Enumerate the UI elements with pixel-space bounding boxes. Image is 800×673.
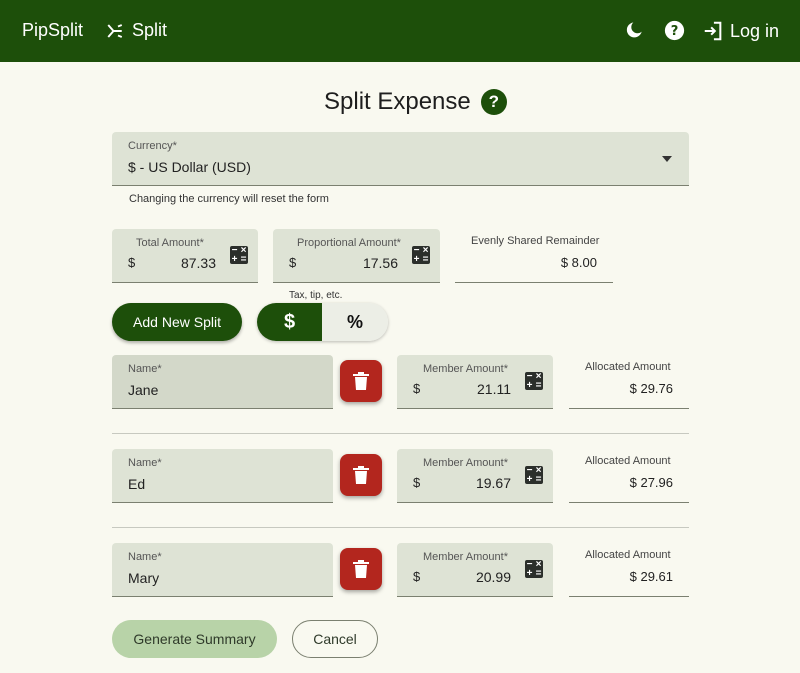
login-icon	[704, 21, 722, 41]
proportional-hint: Tax, tip, etc.	[289, 290, 343, 301]
trash-icon	[353, 560, 369, 578]
total-amount-label: Total Amount*	[136, 237, 204, 249]
total-amount-value: 87.33	[180, 255, 216, 271]
remainder-label: Evenly Shared Remainder	[471, 235, 600, 247]
allocated-amount-value: $ 29.76	[629, 381, 673, 396]
member-name-label: Name*	[128, 551, 162, 563]
member-name-label: Name*	[128, 457, 162, 469]
member-amount-label: Member Amount*	[423, 457, 508, 469]
nav-split-label: Split	[132, 20, 168, 40]
allocated-amount-field: Allocated Amount $ 29.61	[569, 543, 689, 597]
member-name-value: Mary	[128, 570, 160, 586]
member-amount-field[interactable]: Member Amount* $ 19.67 − × + =	[397, 449, 553, 503]
nav-split-link[interactable]: Split	[106, 20, 167, 41]
chevron-down-icon	[662, 156, 672, 162]
allocated-amount-label: Allocated Amount	[585, 549, 671, 561]
member-amount-label: Member Amount*	[423, 363, 508, 375]
member-name-field[interactable]: Name* Jane	[112, 355, 333, 409]
calculator-icon[interactable]: − × + =	[525, 560, 543, 579]
currency-value: $ - US Dollar (USD)	[128, 159, 251, 175]
proportional-amount-label: Proportional Amount*	[297, 237, 401, 249]
remainder-value: $ 8.00	[560, 255, 597, 270]
allocated-amount-field: Allocated Amount $ 29.76	[569, 355, 689, 409]
member-amount-symbol: $	[413, 569, 421, 584]
proportional-amount-symbol: $	[289, 255, 297, 270]
currency-helper-text: Changing the currency will reset the for…	[129, 193, 329, 205]
member-name-field[interactable]: Name* Ed	[112, 449, 333, 503]
allocated-amount-value: $ 27.96	[629, 475, 673, 490]
login-label: Log in	[730, 20, 780, 41]
trash-icon	[353, 372, 369, 390]
member-amount-value: 21.11	[477, 381, 511, 397]
toggle-percent[interactable]: %	[322, 303, 388, 341]
total-amount-symbol: $	[128, 255, 136, 270]
amount-mode-toggle[interactable]: $ %	[257, 303, 388, 341]
calculator-icon[interactable]: − × + =	[412, 246, 430, 265]
generate-summary-button[interactable]: Generate Summary	[112, 620, 277, 658]
page-title-text: Split Expense	[324, 88, 471, 115]
row-divider	[112, 527, 689, 528]
cancel-button[interactable]: Cancel	[292, 620, 378, 658]
allocated-amount-label: Allocated Amount	[585, 455, 671, 467]
member-amount-field[interactable]: Member Amount* $ 20.99 − × + =	[397, 543, 553, 597]
toggle-dollar[interactable]: $	[257, 303, 322, 341]
member-amount-value: 19.67	[475, 475, 511, 491]
allocated-amount-field: Allocated Amount $ 27.96	[569, 449, 689, 503]
member-amount-value: 20.99	[475, 569, 511, 585]
total-amount-field[interactable]: Total Amount* $ 87.33 − × + =	[112, 229, 258, 283]
login-button[interactable]: Log in	[702, 20, 779, 42]
member-name-value: Jane	[128, 382, 159, 398]
page-title: Split Expense ?	[324, 88, 507, 116]
split-icon	[107, 23, 123, 38]
help-icon[interactable]: ?	[664, 20, 685, 41]
currency-label: Currency*	[128, 140, 177, 152]
add-split-button[interactable]: Add New Split	[112, 303, 242, 341]
calculator-icon[interactable]: − × + =	[525, 372, 543, 391]
member-amount-label: Member Amount*	[423, 551, 508, 563]
member-name-field[interactable]: Name* Mary	[112, 543, 333, 597]
member-name-value: Ed	[128, 476, 146, 492]
calculator-icon[interactable]: − × + =	[525, 466, 543, 485]
member-amount-symbol: $	[413, 381, 421, 396]
delete-member-button[interactable]	[340, 360, 382, 402]
app-bar: PipSplit Split ? Log in	[0, 0, 800, 62]
row-divider	[112, 433, 689, 434]
member-amount-symbol: $	[413, 475, 421, 490]
brand-link[interactable]: PipSplit	[22, 20, 83, 41]
allocated-amount-label: Allocated Amount	[585, 361, 671, 373]
remainder-field: Evenly Shared Remainder $ 8.00	[455, 229, 613, 283]
trash-icon	[353, 466, 369, 484]
svg-text:?: ?	[671, 24, 679, 39]
currency-select[interactable]: Currency* $ - US Dollar (USD)	[112, 132, 689, 186]
dark-mode-toggle-icon[interactable]	[625, 20, 645, 40]
delete-member-button[interactable]	[340, 548, 382, 590]
delete-member-button[interactable]	[340, 454, 382, 496]
allocated-amount-value: $ 29.61	[629, 569, 673, 584]
calculator-icon[interactable]: − × + =	[230, 246, 248, 265]
proportional-amount-value: 17.56	[362, 255, 398, 271]
title-help-icon[interactable]: ?	[480, 89, 507, 115]
proportional-amount-field[interactable]: Proportional Amount* $ 17.56 − × + =	[273, 229, 440, 283]
member-amount-field[interactable]: Member Amount* $ 21.11 − × + =	[397, 355, 553, 409]
member-name-label: Name*	[128, 363, 162, 375]
